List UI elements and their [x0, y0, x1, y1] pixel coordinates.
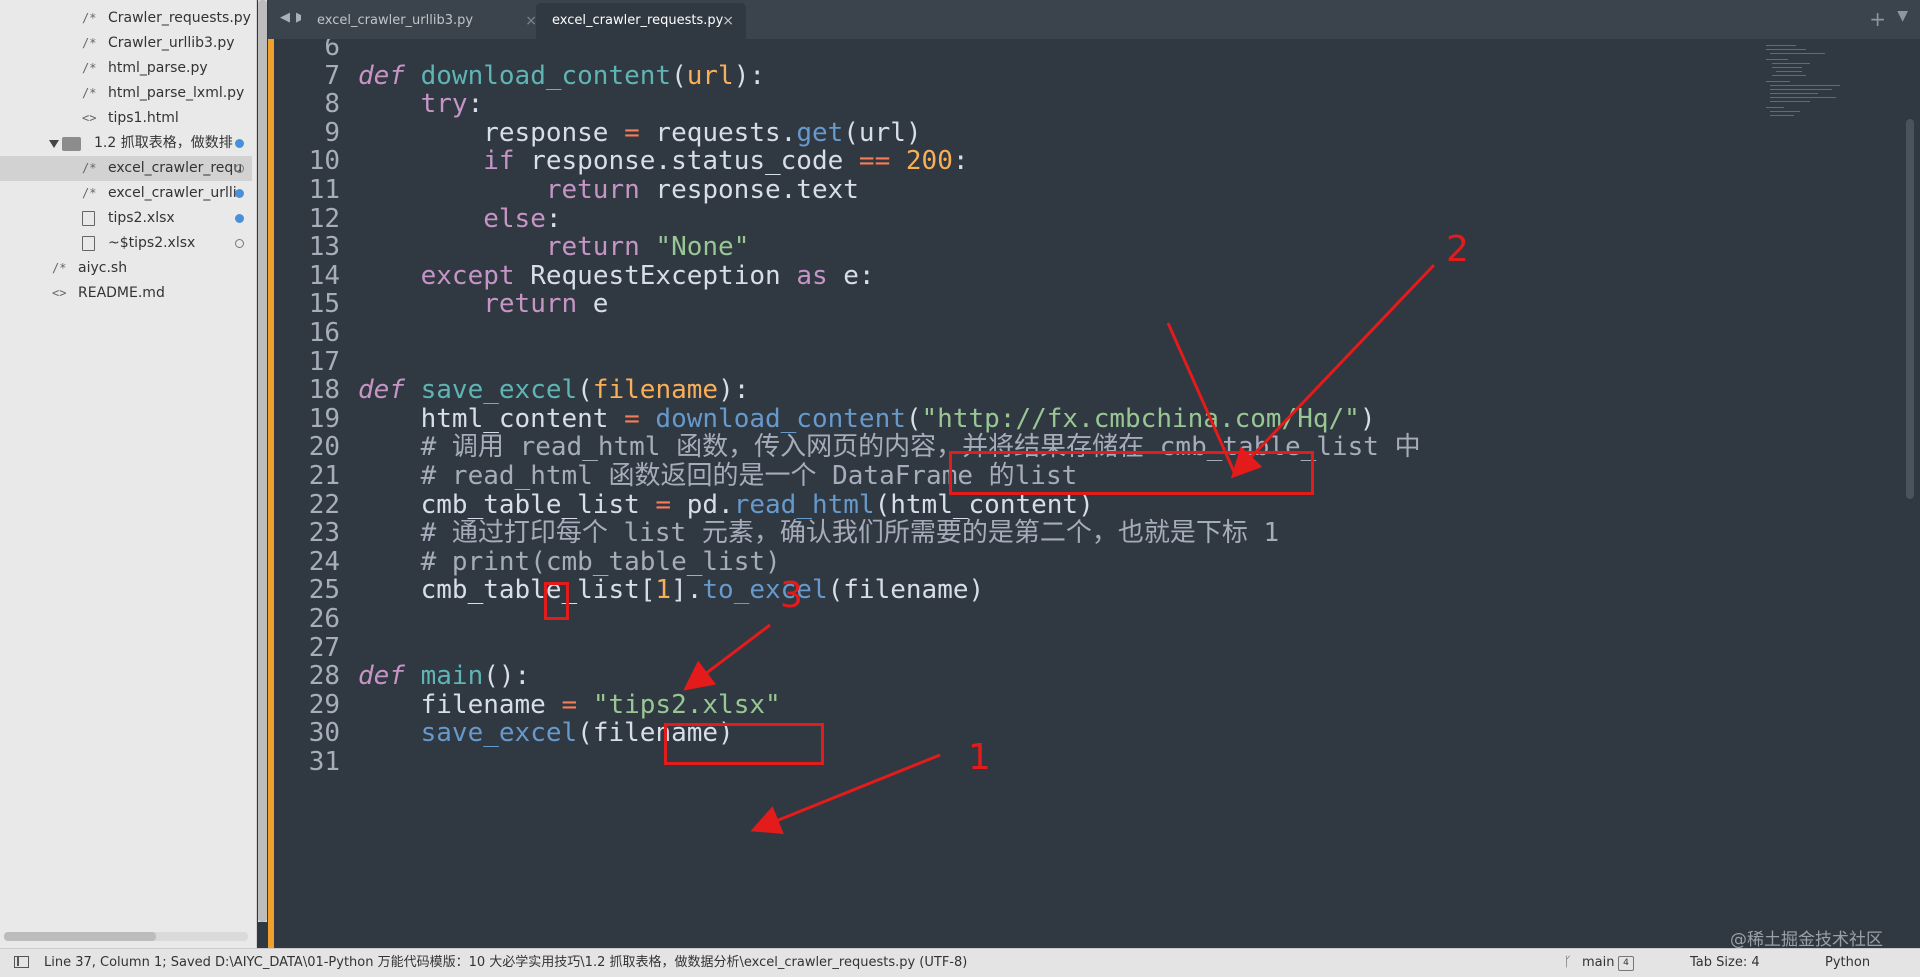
sidebar: /* Crawler_requests.py /* Crawler_urllib3.p…: [0, 0, 257, 948]
status-text: Line 37, Column 1; Saved D:\AIYC_DATA\01…: [44, 955, 968, 970]
code-editor[interactable]: 6 7 def download_content(url): 8 try: 9 resp…: [268, 39, 1920, 948]
unsaved-circle-icon: [235, 164, 244, 173]
new-tab-icon[interactable]: +: [1869, 7, 1886, 31]
status-bar: Line 37, Column 1; Saved D:\AIYC_DATA\01…: [0, 948, 1920, 977]
sidebar-item[interactable]: /* Crawler_requests.py: [0, 6, 252, 31]
branch-change-count: 4: [1618, 956, 1634, 971]
sidebar-item-label: 1.2 抓取表格，做数排: [94, 135, 233, 151]
tab-menu-icon[interactable]: ▼: [1897, 8, 1908, 24]
annotation-arrow-1: [750, 753, 941, 834]
sidebar-horizontal-scrollbar-thumb[interactable]: [4, 932, 156, 941]
tab-excel-crawler-requests[interactable]: excel_crawler_requests.py ×: [536, 3, 746, 39]
unsaved-circle-icon: [235, 239, 244, 248]
branch-icon: ᚴ: [1564, 955, 1572, 970]
modified-dot-icon: [235, 189, 244, 198]
sidebar-item[interactable]: tips2.xlsx: [0, 206, 252, 231]
annotation-arrows: [683, 263, 1436, 834]
sidebar-item[interactable]: 1.2 抓取表格，做数排: [0, 131, 252, 156]
close-tab-icon[interactable]: ×: [722, 3, 734, 39]
modified-dot-icon: [235, 214, 244, 223]
code-file-icon: /*: [82, 11, 97, 25]
tab-label: excel_crawler_urllib3.py: [317, 13, 474, 28]
git-branch[interactable]: main: [1582, 949, 1614, 976]
sidebar-item-label: Crawler_urllib3.py: [108, 35, 235, 51]
sidebar-item-label: Crawler_requests.py: [108, 10, 251, 26]
code-file-icon: /*: [82, 61, 97, 75]
tab-excel-crawler-urllib3[interactable]: excel_crawler_urllib3.py ×: [301, 3, 549, 39]
sidebar-item-label: tips1.html: [108, 110, 179, 126]
code-file-icon: /*: [52, 261, 67, 275]
sidebar-item-label: aiyc.sh: [78, 260, 128, 276]
annotation-label-1: 1: [968, 737, 991, 778]
annotation-arrow-3: [683, 623, 771, 691]
sidebar-vertical-scrollbar-thumb[interactable]: [258, 0, 267, 922]
toggle-panel-icon[interactable]: [14, 956, 29, 968]
modified-dot-icon: [235, 139, 244, 148]
sidebar-item[interactable]: /* html_parse.py: [0, 56, 252, 81]
sidebar-item-label: README.md: [78, 285, 165, 301]
sidebar-item-label: excel_crawler_requ: [108, 160, 243, 176]
code-file-icon: /*: [82, 161, 97, 175]
annotation-arrow-2-path: [1230, 263, 1436, 479]
markup-file-icon: <>: [82, 111, 97, 125]
code-file-icon: /*: [82, 86, 97, 100]
annotation-label-2: 2: [1446, 229, 1469, 270]
expand-arrow-icon[interactable]: [49, 140, 59, 148]
sidebar-item[interactable]: /* excel_crawler_requ: [0, 156, 252, 181]
markup-file-icon: <>: [52, 286, 67, 300]
sidebar-item-label: html_parse_lxml.py: [108, 85, 245, 101]
sidebar-item[interactable]: <> tips1.html: [0, 106, 252, 131]
sidebar-item-label: excel_crawler_urlli: [108, 185, 237, 201]
tab-bar: ◀ ▶ excel_crawler_urllib3.py × excel_cra…: [268, 0, 1920, 39]
code-file-icon: /*: [82, 36, 97, 50]
previous-tab-icon[interactable]: ◀: [280, 10, 290, 25]
watermark: @稀土掘金技术社区: [1730, 930, 1883, 950]
sidebar-item[interactable]: /* html_parse_lxml.py: [0, 81, 252, 106]
sidebar-item-label: html_parse.py: [108, 60, 208, 76]
sidebar-item[interactable]: <> README.md: [0, 281, 252, 306]
tab-size-indicator[interactable]: Tab Size: 4: [1690, 949, 1760, 976]
syntax-indicator[interactable]: Python: [1825, 949, 1870, 976]
sidebar-item[interactable]: /* excel_crawler_urlli: [0, 181, 252, 206]
annotation-arrow-2: [1166, 322, 1237, 475]
sidebar-item[interactable]: /* aiyc.sh: [0, 256, 252, 281]
tab-label: excel_crawler_requests.py: [552, 13, 724, 28]
sidebar-item[interactable]: /* Crawler_urllib3.py: [0, 31, 252, 56]
sidebar-item[interactable]: ~$tips2.xlsx: [0, 231, 252, 256]
annotation-label-3: 3: [780, 575, 803, 616]
code-file-icon: /*: [82, 186, 97, 200]
